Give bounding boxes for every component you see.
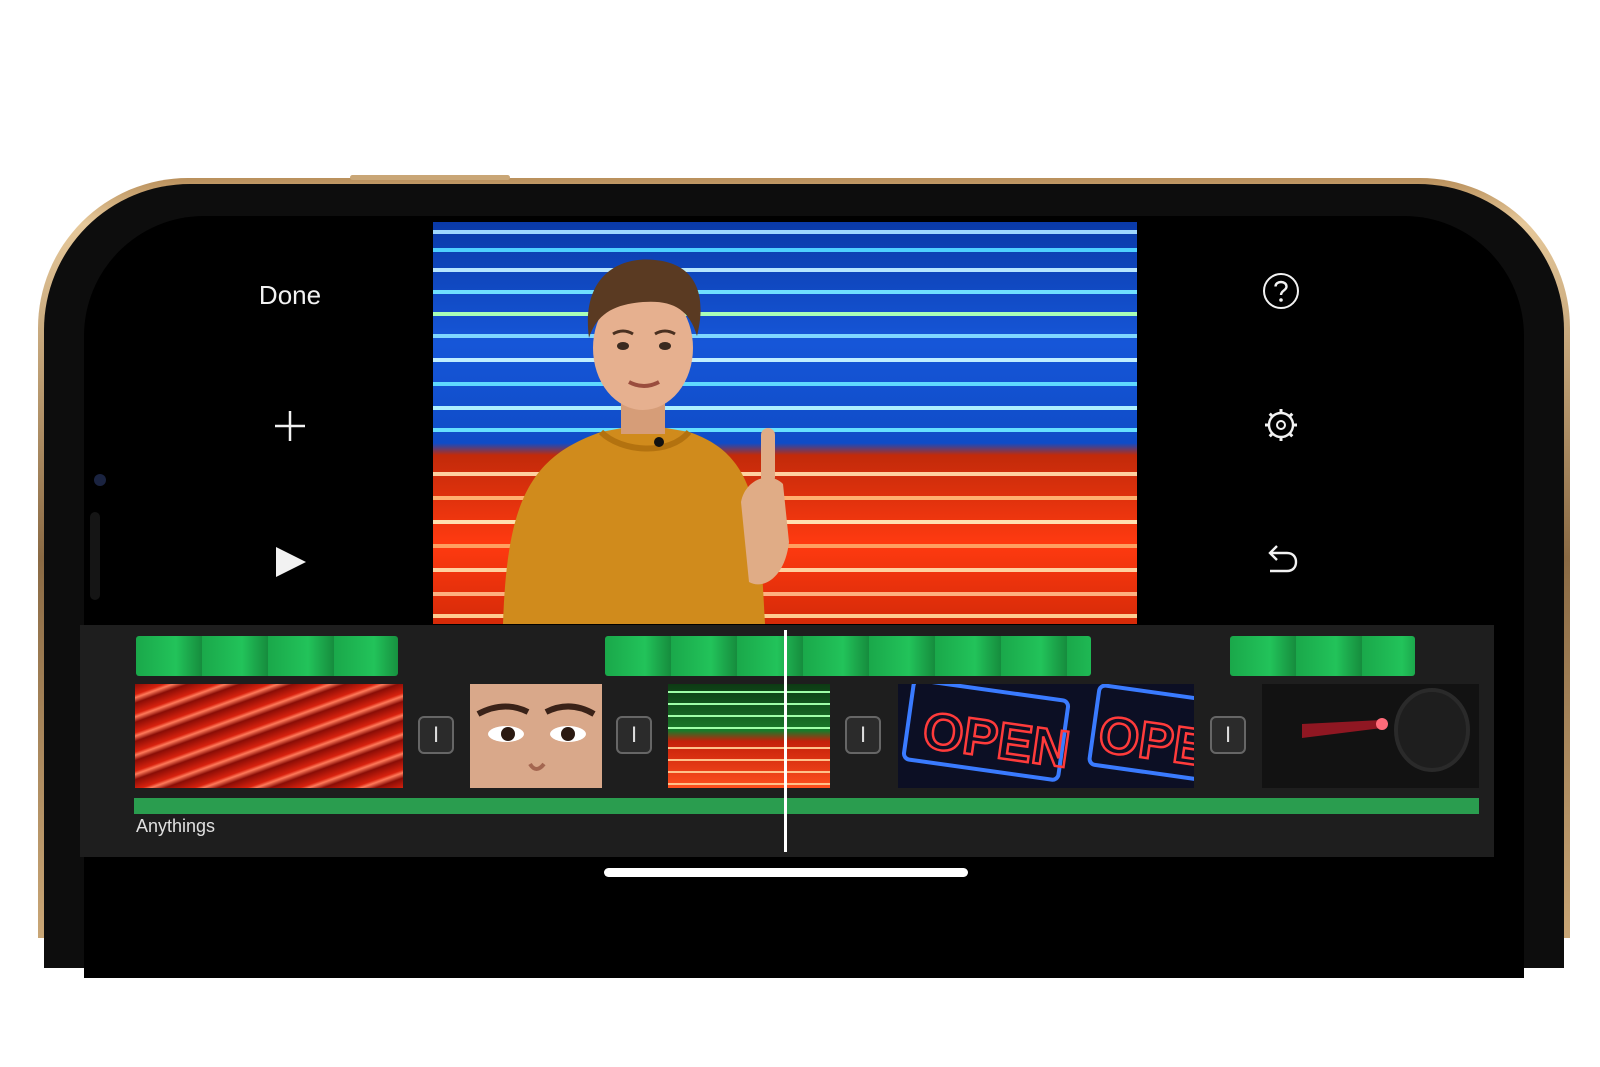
transition-button-4[interactable]: I [1210, 716, 1246, 754]
playhead[interactable] [784, 630, 787, 852]
speaker-slot [90, 512, 100, 600]
greenscreen-clip-3[interactable] [1230, 636, 1415, 676]
eyes-thumbnail [470, 684, 602, 788]
open-sign-clip-2[interactable]: OPE [1074, 684, 1194, 788]
audio-track[interactable] [134, 798, 1479, 814]
undo-icon[interactable] [1258, 536, 1304, 582]
green-red-neon-clip[interactable] [668, 684, 830, 788]
video-preview[interactable] [433, 222, 1137, 624]
transition-button-3[interactable]: I [845, 716, 881, 754]
red-light-clip[interactable] [1262, 684, 1479, 788]
volume-button [350, 175, 510, 180]
greenscreen-clip-2[interactable] [605, 636, 1091, 676]
open-sign-clip[interactable]: OPEN [898, 684, 1074, 788]
presenter-figure [503, 259, 789, 624]
play-icon[interactable] [268, 540, 312, 584]
gear-icon[interactable] [1258, 402, 1304, 448]
open-sign-thumbnail-2: OPE [1087, 684, 1194, 784]
transition-button-1[interactable]: I [418, 716, 454, 754]
camera-dot [94, 474, 106, 486]
neon-thumbnail [668, 691, 830, 785]
neon-line [433, 230, 1137, 234]
plus-icon[interactable] [268, 404, 312, 448]
red-neon-clip[interactable] [135, 684, 403, 788]
eyes-closeup-clip[interactable] [470, 684, 602, 788]
red-light-thumbnail [1262, 684, 1479, 788]
done-button[interactable]: Done [240, 275, 340, 315]
greenscreen-clip-1[interactable] [136, 636, 398, 676]
open-sign-text: OPEN [919, 702, 1073, 780]
transition-button-2[interactable]: I [616, 716, 652, 754]
audio-track-label: Anythings [136, 816, 216, 836]
help-icon[interactable] [1258, 268, 1304, 314]
open-sign-thumbnail: OPEN [901, 684, 1074, 782]
home-indicator[interactable] [604, 868, 968, 877]
